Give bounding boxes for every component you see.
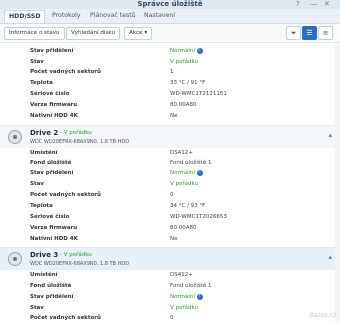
tab-nastaveni[interactable]: Nastavení bbox=[140, 10, 179, 22]
info-icon[interactable]: i bbox=[196, 293, 203, 300]
drive-2-model: WDC WD20EFRX-68AX9N0, 1.8 TB HDD bbox=[30, 139, 130, 145]
drive-3-name: Drive 3 bbox=[30, 251, 59, 259]
chevron-up-icon[interactable]: ▴ bbox=[328, 253, 332, 261]
tab-hdd-ssd[interactable]: HDD/SSD bbox=[4, 10, 46, 23]
scrollbar[interactable] bbox=[335, 43, 340, 323]
info-button[interactable]: Informace o stavu bbox=[4, 27, 65, 40]
locate-button[interactable]: Vyhledání disku bbox=[66, 27, 121, 40]
drive-3-status: - V pořádku bbox=[60, 252, 92, 258]
drive-2-name: Drive 2 bbox=[30, 129, 59, 137]
drive-3-model: WDC WD20EFRX-68AX9N0, 1.8 TB HDD bbox=[30, 261, 130, 267]
info-icon[interactable]: i bbox=[196, 47, 203, 54]
list-view-icon[interactable]: ☰ bbox=[302, 26, 317, 40]
actions-button[interactable]: Akce ▾ bbox=[124, 27, 153, 40]
window-title: Správce úložiště bbox=[137, 0, 203, 8]
drive-list: Stav přidělení Normální i Stav V pořádku … bbox=[0, 43, 340, 323]
minimize-icon[interactable]: — bbox=[310, 0, 317, 9]
tab-protokoly[interactable]: Protokoly bbox=[48, 10, 85, 22]
watermark: Bazos.cz bbox=[309, 312, 336, 319]
drive-2-header[interactable]: Drive 2 - V pořádku WDC WD20EFRX-68AX9N0… bbox=[0, 125, 340, 148]
drive-2-status: - V pořádku bbox=[60, 130, 92, 136]
tab-planovac[interactable]: Plánovač testů bbox=[86, 10, 140, 22]
tab-bar: HDD/SSD Protokoly Plánovač testů Nastave… bbox=[0, 9, 340, 24]
hdd-icon bbox=[8, 130, 22, 144]
close-icon[interactable]: ✕ bbox=[324, 0, 330, 9]
chevron-up-icon[interactable]: ▴ bbox=[328, 131, 332, 139]
toolbar: Informace o stavu Vyhledání disku Akce ▾… bbox=[0, 24, 340, 43]
drive-3-header[interactable]: Drive 3 - V pořádku WDC WD20EFRX-68AX9N0… bbox=[0, 247, 340, 270]
hdd-icon bbox=[8, 252, 22, 266]
window-titlebar: Správce úložiště ? — ✕ bbox=[0, 0, 340, 9]
help-icon[interactable]: ? bbox=[296, 0, 300, 9]
collapse-view-icon[interactable]: ≡ bbox=[318, 26, 333, 40]
info-icon[interactable]: i bbox=[196, 169, 203, 176]
filter-icon[interactable]: ⏷ bbox=[286, 26, 301, 40]
